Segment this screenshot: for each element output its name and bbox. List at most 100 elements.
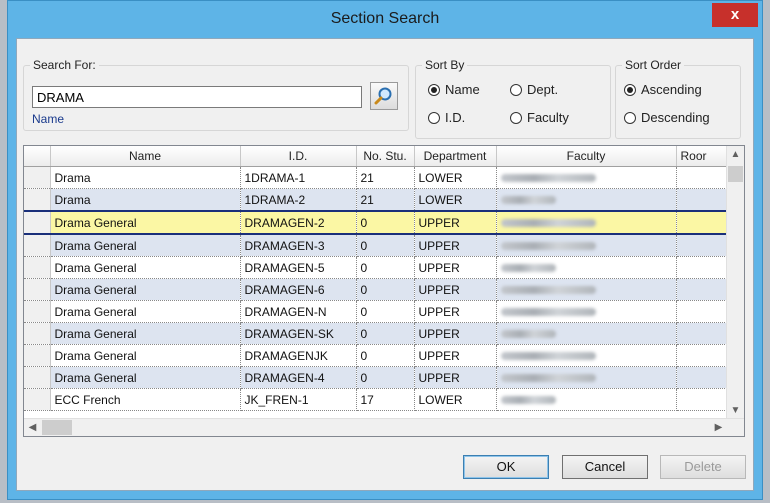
redacted-text — [500, 352, 596, 361]
sort-by-group: Sort By Name Dept. I.D. Faculty — [415, 58, 611, 139]
radio-label: Faculty — [527, 110, 569, 125]
cell-faculty-redacted — [496, 300, 677, 323]
table-row[interactable]: Drama General DRAMAGEN-4 0 UPPER — [24, 366, 729, 389]
cell-department: UPPER — [414, 234, 497, 257]
cell-room — [676, 344, 729, 367]
search-icon — [374, 87, 392, 105]
redacted-text — [500, 196, 556, 205]
cell-faculty-redacted — [496, 278, 677, 301]
column-header-name[interactable]: Name — [50, 146, 241, 167]
cell-room — [676, 256, 729, 279]
row-header[interactable] — [24, 256, 51, 279]
search-for-legend: Search For: — [30, 58, 99, 72]
cell-faculty-redacted — [496, 322, 677, 345]
scroll-thumb[interactable] — [728, 166, 743, 182]
scroll-up-icon[interactable]: ▲ — [727, 146, 744, 163]
table-row[interactable]: Drama General DRAMAGEN-6 0 UPPER — [24, 278, 729, 301]
column-header-faculty[interactable]: Faculty — [496, 146, 677, 167]
row-header[interactable] — [24, 210, 51, 235]
scroll-right-icon[interactable]: ▶ — [710, 419, 727, 436]
cell-faculty-redacted — [496, 388, 677, 411]
cell-no-stu: 0 — [356, 322, 415, 345]
row-header[interactable] — [24, 388, 51, 411]
scroll-left-icon[interactable]: ◀ — [24, 419, 41, 436]
cell-faculty-redacted — [496, 210, 677, 235]
vertical-scrollbar[interactable]: ▲ ▼ — [726, 146, 744, 419]
radio-label: Dept. — [527, 82, 559, 97]
cell-no-stu: 21 — [356, 188, 415, 212]
table-row[interactable]: Drama General DRAMAGEN-5 0 UPPER — [24, 256, 729, 279]
row-header[interactable] — [24, 188, 51, 212]
radio-dot — [428, 83, 440, 96]
scroll-thumb[interactable] — [42, 420, 72, 435]
radio-dot — [428, 111, 440, 124]
sort-by-faculty-radio[interactable]: Faculty — [510, 110, 569, 125]
window-title: Section Search — [330, 10, 440, 27]
horizontal-scrollbar[interactable]: ◀ ▶ — [24, 418, 744, 436]
search-input[interactable] — [32, 86, 362, 108]
cell-id: DRAMAGEN-2 — [240, 210, 357, 235]
column-header-no-stu[interactable]: No. Stu. — [356, 146, 415, 167]
row-header-corner — [24, 146, 51, 167]
cell-no-stu: 21 — [356, 166, 415, 189]
cell-room — [676, 300, 729, 323]
ok-button[interactable]: OK — [463, 455, 549, 479]
cell-room — [676, 366, 729, 389]
row-header[interactable] — [24, 278, 51, 301]
sort-descending-radio[interactable]: Descending — [624, 110, 710, 125]
row-header[interactable] — [24, 322, 51, 345]
row-header[interactable] — [24, 300, 51, 323]
cell-faculty-redacted — [496, 234, 677, 257]
row-header[interactable] — [24, 234, 51, 257]
results-table: Name I.D. No. Stu. Department Faculty Ro… — [24, 146, 729, 411]
cell-name: Drama General — [50, 210, 241, 235]
table-row[interactable]: Drama 1DRAMA-1 21 LOWER — [24, 166, 729, 189]
row-header[interactable] — [24, 344, 51, 367]
table-row[interactable]: Drama General DRAMAGEN-2 0 UPPER — [24, 210, 729, 235]
table-row[interactable]: ECC French JK_FREN-1 17 LOWER — [24, 388, 729, 411]
column-header-department[interactable]: Department — [414, 146, 497, 167]
table-row[interactable]: Drama General DRAMAGEN-3 0 UPPER — [24, 234, 729, 257]
redacted-text — [500, 174, 596, 183]
redacted-text — [500, 396, 556, 405]
cell-id: DRAMAGEN-3 — [240, 234, 357, 257]
cell-department: UPPER — [414, 322, 497, 345]
sort-order-group: Sort Order Ascending Descending — [615, 58, 741, 139]
grid-body: Drama 1DRAMA-1 21 LOWER Drama 1DRAMA-2 21 LOWER… — [24, 166, 729, 411]
radio-dot — [510, 83, 522, 96]
cell-no-stu: 0 — [356, 234, 415, 257]
column-header-room[interactable]: Roor — [676, 146, 729, 167]
redacted-text — [500, 308, 596, 317]
cell-faculty-redacted — [496, 344, 677, 367]
table-row[interactable]: Drama General DRAMAGEN-N 0 UPPER — [24, 300, 729, 323]
title-bar[interactable]: Section Search x — [8, 1, 762, 38]
cancel-button[interactable]: Cancel — [562, 455, 648, 479]
cell-id: DRAMAGEN-4 — [240, 366, 357, 389]
delete-button[interactable]: Delete — [660, 455, 746, 479]
close-button[interactable]: x — [712, 3, 758, 27]
cell-room — [676, 278, 729, 301]
cell-department: UPPER — [414, 366, 497, 389]
cell-room — [676, 234, 729, 257]
cell-faculty-redacted — [496, 366, 677, 389]
cell-department: LOWER — [414, 388, 497, 411]
cell-id: DRAMAGEN-6 — [240, 278, 357, 301]
sort-by-id-radio[interactable]: I.D. — [428, 110, 465, 125]
table-row[interactable]: Drama General DRAMAGENJK 0 UPPER — [24, 344, 729, 367]
row-header[interactable] — [24, 166, 51, 189]
radio-label: Descending — [641, 110, 710, 125]
row-header[interactable] — [24, 366, 51, 389]
cell-no-stu: 17 — [356, 388, 415, 411]
table-row[interactable]: Drama General DRAMAGEN-SK 0 UPPER — [24, 322, 729, 345]
sort-ascending-radio[interactable]: Ascending — [624, 82, 702, 97]
sort-by-name-radio[interactable]: Name — [428, 82, 480, 97]
cell-room — [676, 210, 729, 235]
cell-id: JK_FREN-1 — [240, 388, 357, 411]
dialog-body: Search For: Name Sort By Name Dept. — [16, 38, 754, 491]
scroll-down-icon[interactable]: ▼ — [727, 402, 744, 419]
search-button[interactable] — [370, 82, 398, 110]
table-row[interactable]: Drama 1DRAMA-2 21 LOWER — [24, 188, 729, 212]
results-grid[interactable]: Name I.D. No. Stu. Department Faculty Ro… — [23, 145, 745, 437]
column-header-id[interactable]: I.D. — [240, 146, 357, 167]
sort-by-dept-radio[interactable]: Dept. — [510, 82, 558, 97]
